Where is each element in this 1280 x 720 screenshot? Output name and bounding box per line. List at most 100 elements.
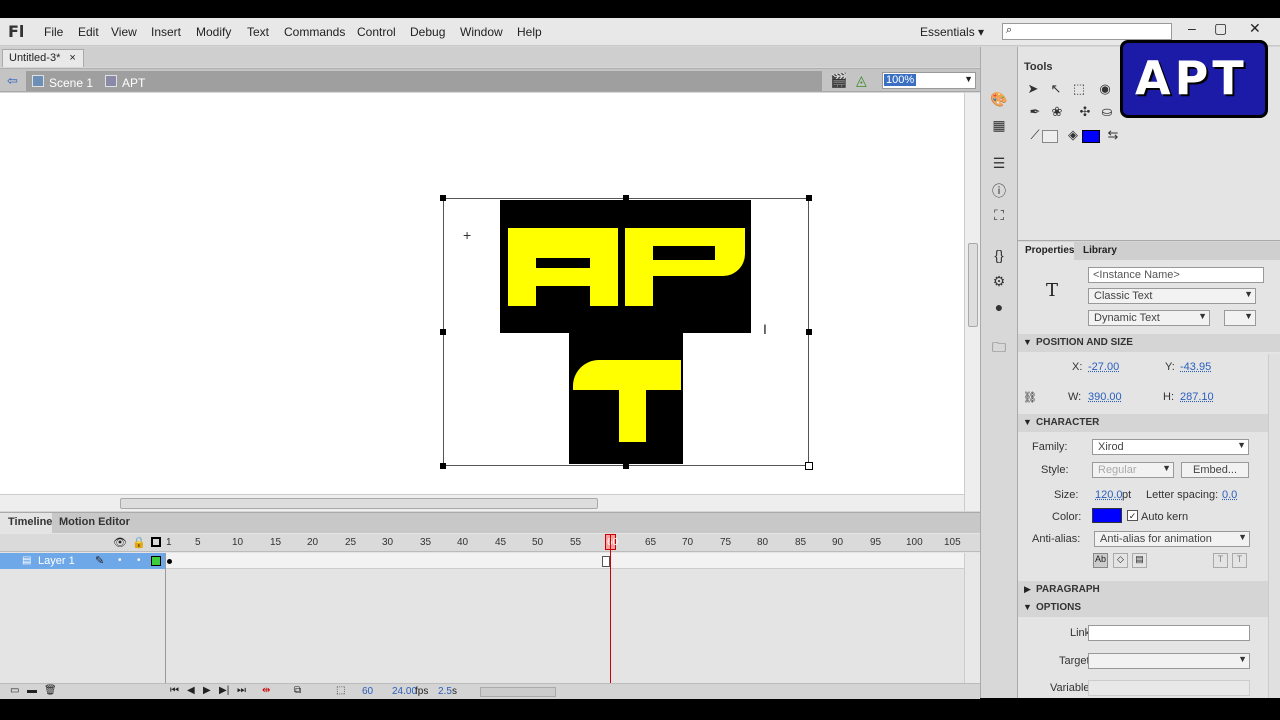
transform-handle[interactable] [806, 329, 812, 335]
new-layer-icon[interactable]: ▭ [10, 685, 19, 696]
breadcrumb-symbol[interactable]: APT [122, 76, 145, 90]
onion-skin-icon[interactable]: ⧉ [294, 685, 301, 696]
eye-icon[interactable]: 👁 [113, 536, 127, 549]
close-window-button[interactable]: ✕ [1249, 20, 1261, 37]
text-engine-select[interactable]: Classic Text ▼ [1088, 288, 1256, 304]
antialias-select[interactable]: Anti-alias for animation ▼ [1094, 531, 1250, 547]
close-tab-icon[interactable]: × [69, 52, 75, 64]
menu-insert[interactable]: Insert [151, 25, 181, 39]
last-frame-icon[interactable]: ⏭ [237, 685, 246, 696]
outline-icon[interactable] [151, 537, 161, 547]
transform-icon[interactable]: ⛶ [990, 207, 1008, 223]
tab-properties[interactable]: Properties [1025, 245, 1074, 256]
fill-color-icon[interactable]: ◈ [1064, 127, 1082, 145]
menu-edit[interactable]: Edit [78, 25, 99, 39]
stage[interactable]: + AP T I [0, 93, 964, 511]
menu-file[interactable]: File [44, 25, 63, 39]
section-position-size[interactable]: POSITION AND SIZE [1018, 334, 1280, 352]
bone-tool-icon[interactable]: ✣ [1076, 104, 1094, 122]
fps-value[interactable]: 24.00 [392, 686, 417, 697]
deco-tool-icon[interactable]: ❀ [1048, 104, 1066, 122]
section-options[interactable]: OPTIONS [1018, 599, 1280, 617]
subselection-tool-icon[interactable]: ↖ [1047, 81, 1065, 99]
transform-handle[interactable] [806, 195, 812, 201]
letter-spacing-value[interactable]: 0.0 [1222, 489, 1237, 501]
link-icon[interactable]: ⛓ [1023, 391, 1037, 404]
edit-multiple-icon[interactable]: ⬚ [336, 685, 345, 696]
text-type-select[interactable]: Dynamic Text ▼ [1088, 310, 1210, 326]
stage-horizontal-scrollbar[interactable] [0, 494, 964, 511]
step-back-icon[interactable]: ◀ [187, 685, 195, 696]
workspace-switcher[interactable]: Essentials ▾ [920, 25, 984, 39]
minimize-button[interactable]: – [1188, 20, 1196, 36]
selection-tool-icon[interactable]: ➤ [1024, 81, 1042, 99]
transform-handle[interactable] [623, 195, 629, 201]
w-value[interactable]: 390.00 [1088, 391, 1122, 403]
breadcrumb-scene[interactable]: Scene 1 [49, 76, 93, 90]
stroke-color-swatch[interactable] [1042, 130, 1058, 143]
subscript-icon[interactable]: T [1232, 553, 1247, 568]
help-search-input[interactable]: ⌕ [1002, 23, 1172, 40]
variable-field[interactable] [1088, 680, 1250, 696]
lock-dot[interactable]: • [137, 555, 141, 566]
fill-color-swatch[interactable] [1082, 130, 1100, 143]
text-color-swatch[interactable] [1092, 508, 1122, 523]
transform-handle[interactable] [623, 463, 629, 469]
maximize-button[interactable]: ▢ [1214, 20, 1227, 37]
layer-name[interactable]: Layer 1 [38, 555, 75, 567]
properties-scrollbar[interactable] [1268, 354, 1280, 698]
menu-text[interactable]: Text [247, 25, 269, 39]
menu-modify[interactable]: Modify [196, 25, 231, 39]
tab-motion-editor[interactable]: Motion Editor [59, 516, 130, 528]
menu-commands[interactable]: Commands [284, 25, 345, 39]
superscript-icon[interactable]: T [1213, 553, 1228, 568]
font-style-select[interactable]: Regular ▼ [1092, 462, 1174, 478]
render-html-icon[interactable]: ◇ [1113, 553, 1128, 568]
scroll-thumb[interactable] [120, 498, 598, 509]
transform-handle[interactable] [440, 329, 446, 335]
first-frame-icon[interactable]: ⏮ [170, 685, 179, 696]
menu-window[interactable]: Window [460, 25, 503, 39]
transform-handle[interactable] [805, 462, 813, 470]
menu-control[interactable]: Control [357, 25, 396, 39]
play-icon[interactable]: ▶ [203, 685, 211, 696]
layer-outline-color[interactable] [151, 556, 161, 566]
trash-icon[interactable]: 🗑 [44, 685, 57, 696]
code-snippets-icon[interactable]: {} [990, 247, 1008, 263]
components-icon[interactable]: ⚙ [990, 273, 1008, 289]
end-frame-marker[interactable] [602, 556, 610, 567]
transform-handle[interactable] [440, 463, 446, 469]
frame-row[interactable] [166, 553, 964, 569]
selection-bounding-box[interactable] [443, 198, 809, 466]
timeline-scroll-thumb[interactable] [480, 687, 556, 697]
align-icon[interactable]: ☰ [990, 155, 1008, 171]
current-frame-value[interactable]: 60 [362, 686, 373, 697]
3d-rotation-tool-icon[interactable]: ◉ [1096, 81, 1114, 99]
scroll-thumb[interactable] [968, 243, 978, 327]
link-field[interactable] [1088, 625, 1250, 641]
x-value[interactable]: -27.00 [1088, 361, 1119, 373]
edit-symbols-icon[interactable]: ◬ [856, 72, 867, 89]
tab-library[interactable]: Library [1083, 245, 1117, 256]
center-frame-icon[interactable]: ⇹ [262, 685, 270, 696]
section-character[interactable]: CHARACTER [1018, 414, 1280, 432]
keyframe-marker[interactable] [167, 559, 172, 564]
instance-name-field[interactable]: <Instance Name> [1088, 267, 1264, 283]
color-panel-icon[interactable]: 🎨 [990, 91, 1008, 107]
document-tab[interactable]: Untitled-3* × [2, 49, 84, 67]
h-value[interactable]: 287.10 [1180, 391, 1214, 403]
pen-tool-icon[interactable]: ✒ [1026, 104, 1044, 122]
free-transform-tool-icon[interactable]: ⬚ [1070, 81, 1088, 99]
menu-view[interactable]: View [111, 25, 137, 39]
auto-kern-checkbox[interactable]: ✓ [1127, 510, 1138, 521]
font-size-value[interactable]: 120.0 [1095, 489, 1123, 501]
timeline-vertical-scrollbar[interactable] [964, 553, 980, 683]
show-border-icon[interactable]: ▤ [1132, 553, 1147, 568]
menu-debug[interactable]: Debug [410, 25, 445, 39]
layer-row[interactable]: ▤ Layer 1 ✎ • • [0, 553, 165, 569]
target-select[interactable]: ▼ [1088, 653, 1250, 669]
info-icon[interactable]: ⓘ [990, 181, 1008, 199]
section-paragraph[interactable]: PARAGRAPH [1018, 581, 1280, 599]
font-family-select[interactable]: Xirod ▼ [1092, 439, 1249, 455]
menu-help[interactable]: Help [517, 25, 542, 39]
